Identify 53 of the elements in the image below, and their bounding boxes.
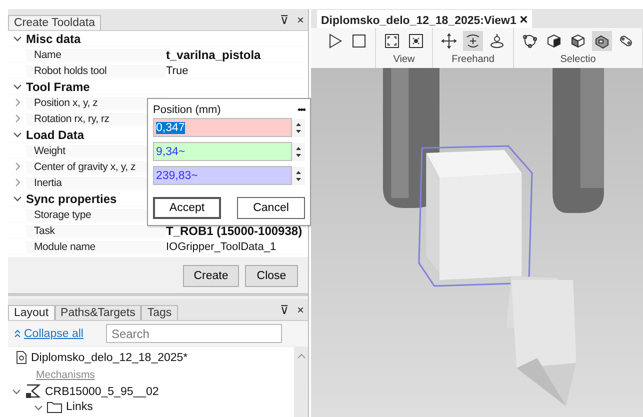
group-heading: Tool Frame bbox=[26, 80, 90, 94]
part-tool-icon[interactable] bbox=[592, 31, 612, 51]
property-value[interactable]: T_ROB1 (15000-100938) bbox=[166, 224, 308, 238]
property-value[interactable]: IOGripper_ToolData_1 bbox=[166, 240, 308, 252]
center-tool-icon[interactable] bbox=[406, 31, 426, 51]
panel-tab[interactable]: Tags bbox=[141, 305, 178, 320]
property-label: Module name bbox=[26, 240, 166, 252]
close-button[interactable]: × bbox=[292, 302, 308, 316]
property-value[interactable]: t_varilna_pistola bbox=[166, 48, 308, 62]
accept-button[interactable]: Accept bbox=[153, 197, 221, 219]
group-label: Freehand bbox=[452, 54, 494, 65]
panel-tab[interactable]: Layout bbox=[8, 305, 55, 320]
search-field[interactable]: Search bbox=[106, 324, 282, 343]
robot-icon bbox=[25, 384, 41, 399]
collapse-icon[interactable] bbox=[14, 329, 21, 338]
spin-buttons[interactable] bbox=[292, 166, 305, 184]
chevron-icon[interactable] bbox=[34, 402, 43, 412]
property-label: Task bbox=[26, 224, 166, 236]
close-button[interactable]: × bbox=[292, 12, 308, 26]
close-button[interactable]: Close bbox=[245, 265, 298, 287]
group-label: Selectio bbox=[560, 54, 596, 65]
value-field[interactable]: 239,83~ bbox=[153, 166, 292, 185]
move-tool-icon[interactable] bbox=[439, 31, 459, 51]
tree-item[interactable]: CRB15000_5_95__02 bbox=[45, 386, 159, 398]
frame-tool-icon[interactable] bbox=[382, 31, 402, 51]
property-value[interactable]: True bbox=[166, 64, 308, 76]
spin-buttons[interactable] bbox=[292, 118, 305, 136]
collapse-all-link[interactable]: Collapse all bbox=[24, 328, 84, 340]
view-tab[interactable]: Diplomsko_delo_12_18_2025:View1 × bbox=[317, 10, 532, 28]
category-label[interactable]: Mechanisms bbox=[36, 368, 95, 380]
pin-button[interactable]: ⊽ bbox=[276, 302, 293, 316]
folder-icon bbox=[47, 401, 62, 413]
spin-buttons[interactable] bbox=[292, 142, 305, 160]
more-button[interactable]: ••• bbox=[297, 104, 305, 116]
property-label: Name bbox=[26, 48, 166, 60]
document-icon bbox=[16, 351, 27, 364]
group-label: View bbox=[393, 54, 415, 65]
chevron-icon[interactable] bbox=[12, 387, 21, 396]
group-heading: Misc data bbox=[26, 32, 81, 46]
pin-button[interactable]: ⊽ bbox=[276, 12, 293, 26]
group-heading: Sync properties bbox=[26, 192, 117, 206]
tree-item[interactable]: Links bbox=[66, 401, 93, 413]
property-label: Robot holds tool bbox=[26, 64, 166, 76]
panel-tab[interactable]: Create Tooldata bbox=[8, 15, 101, 30]
value-field[interactable]: 0,347 bbox=[153, 118, 292, 137]
group-heading: Load Data bbox=[26, 128, 84, 142]
tree-item[interactable]: Diplomsko_delo_12_18_2025* bbox=[31, 352, 188, 364]
cancel-button[interactable]: Cancel bbox=[237, 197, 305, 219]
scrollbar[interactable] bbox=[294, 347, 308, 417]
value-field[interactable]: 9,34~ bbox=[153, 142, 292, 161]
rotate-tool-icon[interactable] bbox=[463, 31, 483, 51]
create-button[interactable]: Create bbox=[183, 265, 239, 287]
panel-tab[interactable]: Paths&Targets bbox=[54, 305, 142, 320]
